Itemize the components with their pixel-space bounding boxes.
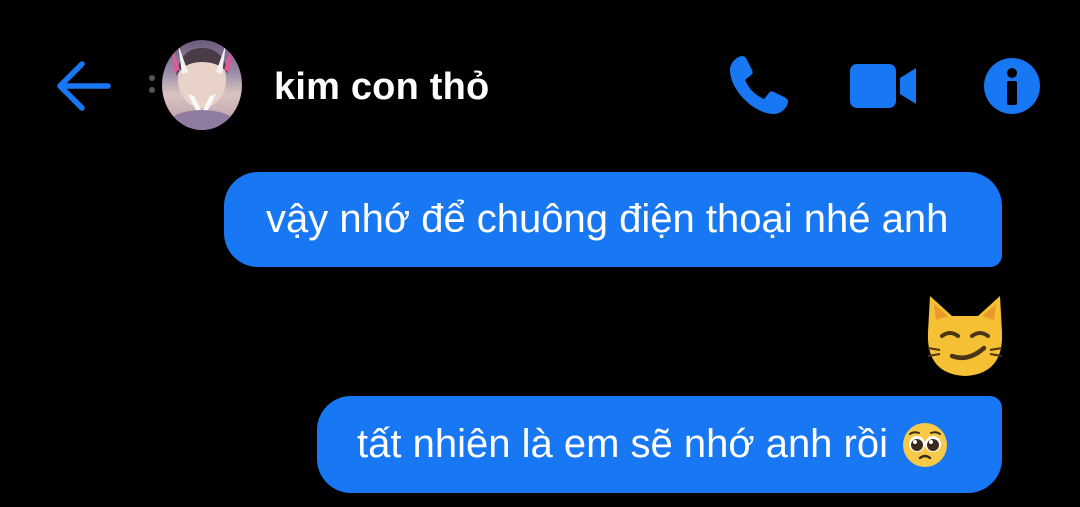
- video-camera-icon: [850, 64, 916, 108]
- contact-avatar-button[interactable]: [149, 38, 242, 132]
- video-call-button[interactable]: [848, 60, 920, 112]
- phone-icon: [730, 56, 788, 114]
- chat-header: kim con thỏ: [0, 0, 1080, 175]
- chat-screen: kim con thỏ vậy nhớ để chuông điện thoại…: [0, 0, 1080, 507]
- message-bubble[interactable]: vậy nhớ để chuông điện thoại nhé anh: [224, 172, 1002, 267]
- pleading-face-emoji: [903, 422, 947, 467]
- message-text: tất nhiên là em sẽ nhớ anh rồi: [357, 422, 888, 466]
- arrow-left-icon: [57, 61, 111, 111]
- smirking-cat-emoji: [927, 296, 1003, 376]
- contact-name[interactable]: kim con thỏ: [274, 66, 489, 109]
- status-dots-icon: [149, 75, 155, 93]
- back-button[interactable]: [52, 56, 112, 116]
- avatar: [162, 40, 242, 130]
- message-text: vậy nhớ để chuông điện thoại nhé anh: [266, 197, 949, 241]
- emoji-message[interactable]: [924, 292, 1006, 378]
- voice-call-button[interactable]: [726, 52, 792, 118]
- message-bubble[interactable]: tất nhiên là em sẽ nhớ anh rồi: [317, 396, 1002, 493]
- info-button[interactable]: [982, 56, 1042, 116]
- info-icon: [984, 58, 1040, 114]
